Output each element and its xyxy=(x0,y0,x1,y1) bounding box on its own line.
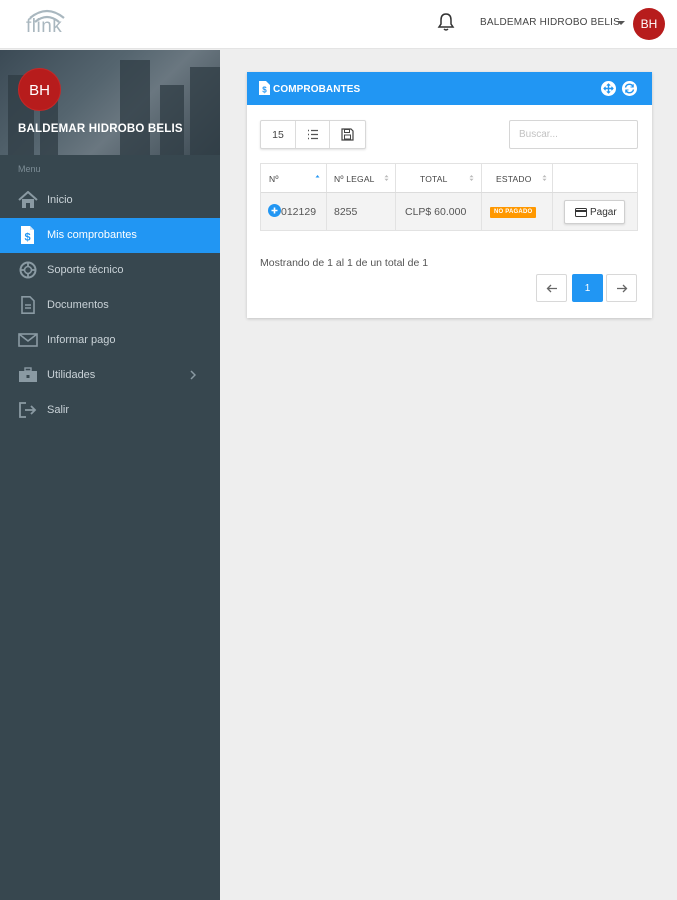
column-header-total[interactable]: TOTAL xyxy=(396,164,482,192)
comprobantes-panel: $ COMPROBANTES 15 Buscar... Nº Nº LEGAL … xyxy=(247,72,652,318)
column-header-estado[interactable]: ESTADO xyxy=(482,164,553,192)
sidebar-item-label: Soporte técnico xyxy=(47,264,124,276)
app-logo-text[interactable]: flink xyxy=(26,16,62,38)
column-header-label: ESTADO xyxy=(496,174,532,184)
cell-total: CLP$ 60.000 xyxy=(396,193,482,230)
sidebar-item-mis-comprobantes[interactable]: $ Mis comprobantes xyxy=(0,218,220,253)
column-header-label: Nº xyxy=(269,174,279,184)
envelope-icon xyxy=(18,333,38,347)
column-header-label: Nº LEGAL xyxy=(334,174,375,184)
status-badge: NO PAGADO xyxy=(490,207,537,218)
sidebar-item-label: Utilidades xyxy=(47,369,96,381)
cell-text: 012129 xyxy=(281,206,317,218)
toolbox-icon xyxy=(19,367,37,382)
save-icon xyxy=(341,128,354,141)
sidebar-user-name: BALDEMAR HIDROBO BELIS xyxy=(18,123,183,135)
header-avatar[interactable]: BH xyxy=(633,8,665,40)
menu-label: Menu xyxy=(18,164,41,174)
cell-numero: 012129 xyxy=(261,193,327,230)
sidebar: BH BALDEMAR HIDROBO BELIS Menu Inicio $ … xyxy=(0,50,220,900)
column-header-numero[interactable]: Nº xyxy=(261,164,327,192)
plus-icon xyxy=(271,207,278,214)
pay-button-label: Pagar xyxy=(590,207,617,218)
column-header-legal[interactable]: Nº LEGAL xyxy=(327,164,396,192)
chevron-right-icon xyxy=(190,370,196,380)
column-header-label: TOTAL xyxy=(420,174,448,184)
page-size-value: 15 xyxy=(272,129,284,141)
cell-text: 8255 xyxy=(334,206,358,218)
sort-icon xyxy=(469,175,474,181)
refresh-icon xyxy=(624,83,635,94)
cell-legal: 8255 xyxy=(327,193,396,230)
header-user-name[interactable]: BALDEMAR HIDROBO BELIS xyxy=(480,17,620,28)
expand-icon xyxy=(603,83,614,94)
file-icon xyxy=(21,296,35,314)
notification-bell-icon[interactable] xyxy=(437,12,455,32)
sidebar-item-utilidades[interactable]: Utilidades xyxy=(0,358,220,393)
svg-text:$: $ xyxy=(262,86,267,95)
table-toolbar: 15 xyxy=(260,120,366,149)
sort-asc-icon xyxy=(315,175,320,178)
home-icon xyxy=(18,191,38,208)
sidebar-item-salir[interactable]: Salir xyxy=(0,393,220,428)
cell-text: CLP$ 60.000 xyxy=(405,206,467,218)
top-bar: flink BALDEMAR HIDROBO BELIS BH xyxy=(0,0,677,49)
pay-button[interactable]: Pagar xyxy=(564,200,625,224)
sidebar-item-label: Inicio xyxy=(47,194,73,206)
sidebar-item-label: Mis comprobantes xyxy=(47,229,137,241)
panel-title: COMPROBANTES xyxy=(273,84,361,95)
arrow-left-icon xyxy=(546,284,557,293)
pagination-next-button[interactable] xyxy=(606,274,637,302)
export-button[interactable] xyxy=(330,121,365,148)
comprobantes-table: Nº Nº LEGAL TOTAL ESTADO 012129 8255 CLP… xyxy=(260,163,638,231)
list-icon xyxy=(308,129,318,140)
panel-header: $ COMPROBANTES xyxy=(247,72,652,105)
sort-icon xyxy=(542,175,547,181)
sidebar-item-label: Documentos xyxy=(47,299,109,311)
search-input[interactable] xyxy=(509,120,638,149)
cell-actions: Pagar xyxy=(553,193,637,230)
sidebar-avatar: BH xyxy=(18,68,61,111)
chevron-down-icon[interactable] xyxy=(617,21,625,25)
sidebar-item-label: Informar pago xyxy=(47,334,116,346)
logout-icon xyxy=(19,402,37,418)
table-info-text: Mostrando de 1 al 1 de un total de 1 xyxy=(260,257,429,269)
sidebar-item-inicio[interactable]: Inicio xyxy=(0,183,220,218)
svg-text:$: $ xyxy=(24,232,30,244)
lifebuoy-icon xyxy=(19,261,37,279)
row-expand-button[interactable] xyxy=(268,204,281,217)
sidebar-item-documentos[interactable]: Documentos xyxy=(0,288,220,323)
sidebar-item-soporte-tecnico[interactable]: Soporte técnico xyxy=(0,253,220,288)
table-row: 012129 8255 CLP$ 60.000 NO PAGADO Pagar xyxy=(261,193,637,230)
sidebar-profile-banner: BH BALDEMAR HIDROBO BELIS xyxy=(0,50,220,155)
refresh-panel-button[interactable] xyxy=(622,81,637,96)
pagination-previous-button[interactable] xyxy=(536,274,567,302)
table-header-row: Nº Nº LEGAL TOTAL ESTADO xyxy=(261,164,637,193)
expand-panel-button[interactable] xyxy=(601,81,616,96)
sidebar-item-informar-pago[interactable]: Informar pago xyxy=(0,323,220,358)
page-size-select[interactable]: 15 xyxy=(261,121,296,148)
pagination-page-number: 1 xyxy=(584,283,591,294)
document-dollar-icon: $ xyxy=(21,226,34,244)
pagination-page-button[interactable]: 1 xyxy=(572,274,603,302)
cell-estado: NO PAGADO xyxy=(482,193,553,230)
document-dollar-icon: $ xyxy=(259,81,270,95)
arrow-right-icon xyxy=(617,284,628,293)
credit-card-icon xyxy=(575,208,587,217)
column-visibility-button[interactable] xyxy=(296,121,330,148)
column-header-actions xyxy=(553,164,637,192)
sort-icon xyxy=(384,175,389,181)
sidebar-item-label: Salir xyxy=(47,404,70,416)
